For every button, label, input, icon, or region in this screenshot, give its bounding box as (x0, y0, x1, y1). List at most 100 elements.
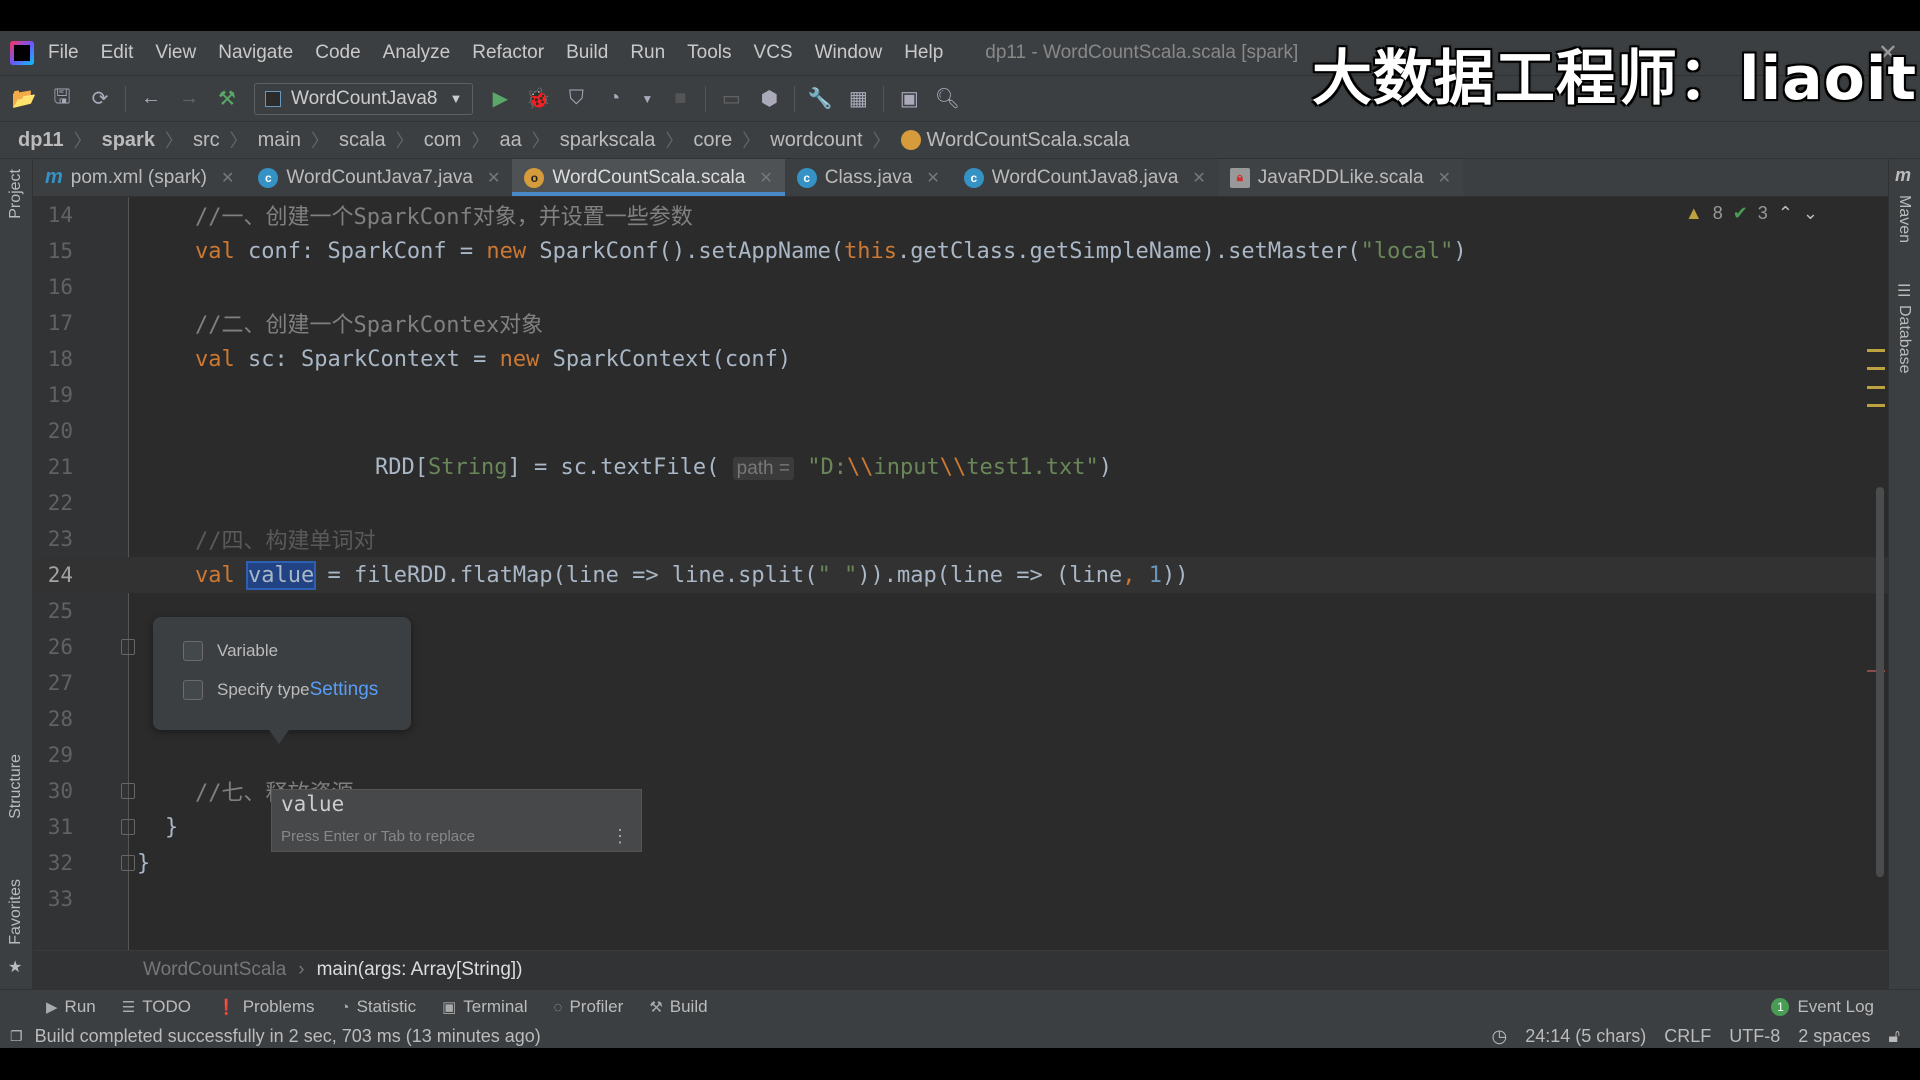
terminal-tool-button[interactable]: ▣ Terminal (442, 997, 527, 1017)
nav-method[interactable]: main(args: Array[String]) (317, 959, 523, 981)
code-editor[interactable]: 14 //一、创建一个SparkConf对象，并设置一些参数 15 val co… (33, 197, 1888, 950)
debug-bug-icon[interactable]: 🐞 (526, 87, 551, 111)
menu-code[interactable]: Code (315, 42, 360, 64)
tab-wordcountjava8[interactable]: c WordCountJava8.java ✕ (952, 159, 1218, 196)
breadcrumb-item[interactable]: src (193, 129, 220, 152)
nav-class[interactable]: WordCountScala (143, 959, 286, 981)
breadcrumb-item[interactable]: wordcount (770, 129, 862, 152)
line-number: 14 (47, 203, 73, 227)
inspection-widget[interactable]: ▲ 8 ✔ 3 ⌃ ⌄ (1685, 203, 1818, 224)
breadcrumb-item[interactable]: sparkscala (560, 129, 656, 152)
project-structure-icon[interactable]: ⬢ (757, 87, 781, 111)
close-tab-icon[interactable]: ✕ (1192, 168, 1205, 188)
close-tab-icon[interactable]: ✕ (759, 168, 772, 188)
open-folder-icon[interactable]: 📂 (12, 87, 37, 111)
variable-option[interactable]: Variable (183, 641, 278, 661)
warning-stripe-marker[interactable] (1867, 404, 1885, 407)
maven-tool-button[interactable]: Maven (1895, 195, 1913, 243)
profile-icon[interactable]: ◔ (602, 87, 626, 111)
lock-icon[interactable]: 🔓︎ (1888, 1026, 1900, 1047)
settings-link[interactable]: Settings (310, 679, 379, 701)
device-icon[interactable]: ▭ (719, 87, 743, 111)
tab-wordcountjava7[interactable]: c WordCountJava7.java ✕ (246, 159, 512, 196)
warning-stripe-marker[interactable] (1867, 367, 1885, 370)
breadcrumb-item[interactable]: dp11 (18, 129, 64, 152)
tab-pom-xml[interactable]: m pom.xml (spark) ✕ (33, 159, 246, 196)
menu-run[interactable]: Run (630, 42, 665, 64)
autocomplete-item[interactable]: value (281, 792, 344, 816)
profiler-tool-button[interactable]: ◌ Profiler (554, 997, 624, 1017)
indent-setting[interactable]: 2 spaces (1798, 1026, 1870, 1047)
next-highlight-icon[interactable]: ⌄ (1803, 203, 1818, 224)
menu-refactor[interactable]: Refactor (472, 42, 544, 64)
back-icon[interactable]: ← (139, 87, 163, 111)
project-tool-button[interactable]: Project (7, 169, 25, 219)
close-tab-icon[interactable]: ✕ (221, 168, 234, 188)
close-tab-icon[interactable]: ✕ (1438, 168, 1451, 188)
previous-highlight-icon[interactable]: ⌃ (1778, 203, 1793, 224)
menu-vcs[interactable]: VCS (754, 42, 793, 64)
run-icon[interactable]: ▶ (488, 87, 512, 111)
menu-help[interactable]: Help (904, 42, 943, 64)
menu-edit[interactable]: Edit (101, 42, 134, 64)
specify-type-option[interactable]: Specify type Settings (183, 679, 378, 701)
menu-navigate[interactable]: Navigate (218, 42, 293, 64)
event-log-button[interactable]: 1 Event Log (1771, 997, 1874, 1017)
file-encoding[interactable]: UTF-8 (1729, 1026, 1780, 1047)
menu-tools[interactable]: Tools (687, 42, 731, 64)
forward-icon[interactable]: → (177, 87, 201, 111)
fold-marker-icon[interactable] (121, 855, 135, 871)
structure-tool-button[interactable]: Structure (7, 754, 25, 819)
close-tab-icon[interactable]: ✕ (926, 168, 939, 188)
line-separator[interactable]: CRLF (1664, 1026, 1711, 1047)
specify-type-checkbox[interactable] (183, 680, 203, 700)
selected-variable-name[interactable]: value (245, 560, 317, 590)
breadcrumb-item[interactable]: spark (102, 129, 155, 152)
menu-build[interactable]: Build (566, 42, 608, 64)
breadcrumb-item[interactable]: core (693, 129, 732, 152)
tab-javarddlike[interactable]: 🔒︎ JavaRDDLike.scala ✕ (1217, 159, 1463, 196)
fold-marker-icon[interactable] (121, 819, 135, 835)
tool-windows-toggle-icon[interactable]: ❐ (10, 1028, 23, 1045)
variable-checkbox[interactable] (183, 641, 203, 661)
menu-analyze[interactable]: Analyze (383, 42, 451, 64)
breadcrumb-item[interactable]: main (258, 129, 301, 152)
project-modules-icon[interactable]: ▦ (846, 87, 870, 111)
problems-tool-button[interactable]: ❗ Problems (217, 997, 315, 1017)
breadcrumb-item-file[interactable]: WordCountScala.scala (927, 129, 1130, 152)
breadcrumb-item[interactable]: com (424, 129, 462, 152)
sync-icon[interactable]: ⟳ (88, 87, 112, 111)
more-options-icon[interactable]: ⋮ (611, 826, 629, 847)
statistic-tool-button[interactable]: ◔ Statistic (341, 997, 417, 1017)
fold-marker-icon[interactable] (121, 639, 135, 655)
breadcrumb-item[interactable]: aa (499, 129, 521, 152)
fold-marker-icon[interactable] (121, 783, 135, 799)
run-tool-button[interactable]: ▶ Run (46, 997, 96, 1017)
save-icon[interactable]: 🖫 (50, 86, 74, 111)
warning-stripe-marker[interactable] (1867, 386, 1885, 389)
java-class-icon: c (963, 167, 984, 188)
stop-icon[interactable]: ■ (668, 87, 692, 111)
caret-position[interactable]: 24:14 (5 chars) (1525, 1026, 1646, 1047)
menu-file[interactable]: File (48, 42, 79, 64)
todo-tool-button[interactable]: ☰ TODO (122, 997, 191, 1017)
build-tool-button[interactable]: ⚒ Build (649, 997, 707, 1017)
memory-indicator-icon[interactable]: ◷ (1491, 1026, 1507, 1047)
menu-window[interactable]: Window (815, 42, 883, 64)
search-icon[interactable]: 🔍︎ (935, 87, 960, 111)
run-configuration-dropdown[interactable]: WordCountJava8 ▼ (254, 82, 474, 115)
breadcrumb-item[interactable]: scala (339, 129, 386, 152)
vertical-scrollbar[interactable] (1876, 487, 1884, 877)
tab-wordcountscala[interactable]: o WordCountScala.scala ✕ (512, 159, 786, 196)
menu-view[interactable]: View (155, 42, 196, 64)
coverage-icon[interactable]: ⛉ (564, 87, 588, 111)
database-tool-button[interactable]: Database (1895, 305, 1913, 374)
warning-stripe-marker[interactable] (1867, 349, 1885, 352)
terminal-window-icon[interactable]: ▣ (897, 87, 921, 111)
wrench-settings-icon[interactable]: 🔧 (808, 87, 833, 111)
more-run-chevron-icon[interactable]: ▼ (635, 87, 659, 111)
favorites-tool-button[interactable]: Favorites (7, 879, 25, 945)
close-tab-icon[interactable]: ✕ (487, 168, 500, 188)
tab-class-java[interactable]: c Class.java ✕ (785, 159, 952, 196)
build-hammer-icon[interactable]: ⚒ (215, 87, 239, 111)
